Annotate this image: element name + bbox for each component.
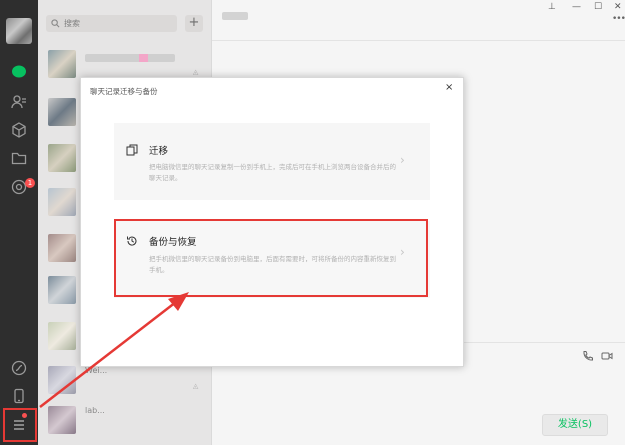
- favorites-icon[interactable]: [11, 122, 27, 138]
- chat-name: Wei...: [85, 366, 108, 375]
- close-window-button[interactable]: ✕: [614, 2, 622, 12]
- pin-window-button[interactable]: ⊥: [548, 2, 556, 12]
- chat-name-blurred: [85, 54, 175, 62]
- video-call-icon[interactable]: [601, 350, 613, 362]
- minimize-button[interactable]: —: [572, 2, 581, 12]
- my-avatar[interactable]: [6, 18, 32, 44]
- avatar: [48, 144, 76, 172]
- mini-program-icon[interactable]: [11, 360, 27, 376]
- header-divider: [212, 40, 625, 41]
- avatar: [48, 234, 76, 262]
- more-options-button[interactable]: •••: [612, 14, 625, 24]
- avatar: [48, 188, 76, 216]
- menu-dot-badge: [22, 413, 27, 418]
- phone-icon[interactable]: [11, 388, 27, 404]
- mute-icon: ◬: [193, 382, 199, 390]
- search-icon: [51, 19, 60, 28]
- migrate-description: 把电脑微信里的聊天记录复制一份到手机上，完成后可在手机上浏览两台设备合并后的聊天…: [149, 163, 396, 182]
- add-chat-button[interactable]: +: [185, 15, 203, 32]
- search-input[interactable]: 搜索: [46, 15, 177, 32]
- chevron-right-icon: ›: [400, 153, 405, 167]
- migrate-option[interactable]: 迁移 把电脑微信里的聊天记录复制一份到手机上，完成后可在手机上浏览两台设备合并后…: [114, 123, 430, 200]
- list-item[interactable]: lab...: [38, 400, 212, 445]
- migrate-icon: [126, 144, 138, 156]
- avatar: [48, 50, 76, 78]
- notification-badge: 1: [25, 178, 35, 188]
- migrate-title: 迁移: [149, 146, 169, 157]
- left-sidebar: 1: [0, 0, 38, 445]
- backup-highlight-box: [114, 219, 428, 297]
- maximize-button[interactable]: ☐: [594, 2, 602, 12]
- avatar: [48, 98, 76, 126]
- chat-name: lab...: [85, 406, 105, 415]
- chat-icon[interactable]: [11, 64, 27, 80]
- mute-icon: ◬: [193, 68, 199, 76]
- avatar: [48, 366, 76, 394]
- dialog-close-button[interactable]: ×: [445, 82, 453, 93]
- files-icon[interactable]: [11, 150, 27, 166]
- chat-title-blurred: [222, 12, 248, 20]
- avatar: [48, 406, 76, 434]
- search-placeholder: 搜索: [64, 19, 80, 28]
- voice-call-icon[interactable]: [582, 350, 594, 362]
- dialog-title: 聊天记录迁移与备份: [90, 87, 158, 96]
- avatar: [48, 322, 76, 350]
- menu-highlight-box: [3, 408, 37, 442]
- contacts-icon[interactable]: [11, 94, 27, 110]
- avatar: [48, 276, 76, 304]
- send-button[interactable]: 发送(S): [542, 414, 608, 436]
